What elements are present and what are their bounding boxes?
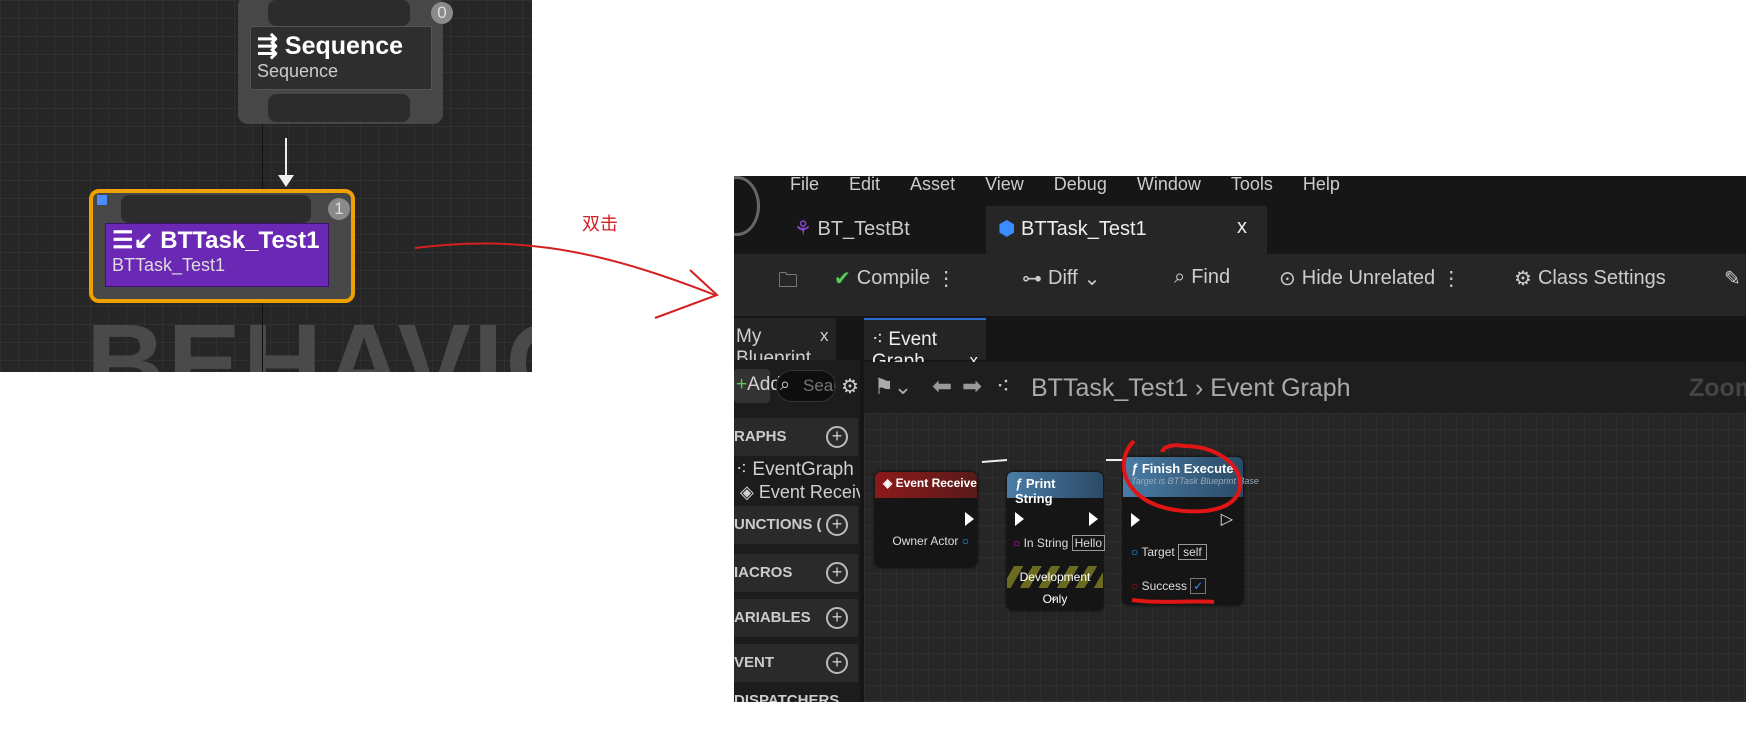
double-click-label: 双击 [582, 214, 618, 234]
blueprint-editor: File Edit Asset View Debug Window Tools Help ⚘ … [734, 176, 1746, 702]
annotation-circle [1121, 439, 1243, 604]
